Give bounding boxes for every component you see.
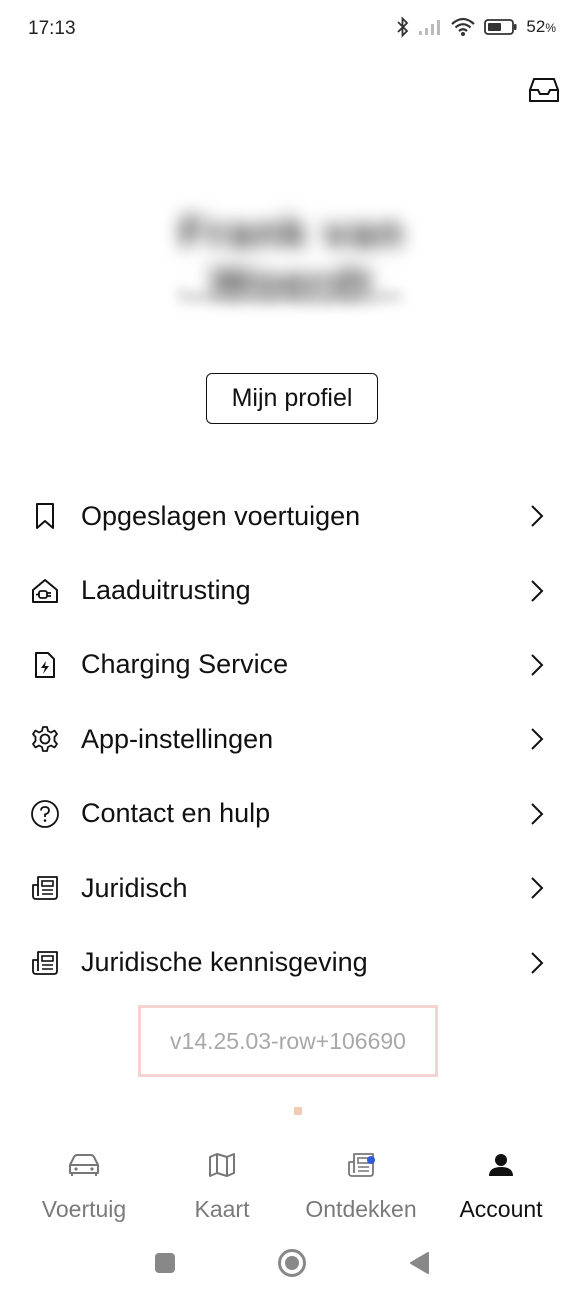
menu-item-label: Juridische kennisgeving xyxy=(81,947,368,978)
menu-item-app-settings[interactable]: App-instellingen xyxy=(0,702,584,776)
status-bar: 17:13 52% xyxy=(0,0,584,58)
charging-equipment-icon xyxy=(30,576,60,606)
status-icons: 52% xyxy=(396,16,556,38)
nav-label: Kaart xyxy=(194,1196,250,1222)
nav-label: Account xyxy=(459,1196,543,1222)
account-menu: Opgeslagen voertuigen Laaduitrusting Cha… xyxy=(0,479,584,1000)
battery-percent-value: 52 xyxy=(526,17,546,36)
help-icon xyxy=(30,799,60,829)
menu-item-legal-notice[interactable]: Juridische kennisgeving xyxy=(0,925,584,999)
chevron-right-icon xyxy=(527,950,547,976)
back-triangle-icon xyxy=(408,1251,430,1280)
map-icon xyxy=(202,1148,242,1182)
user-email: frankvanwoerdt@gmail.com xyxy=(140,286,440,316)
chevron-right-icon xyxy=(527,503,547,529)
back-button[interactable] xyxy=(404,1250,434,1280)
menu-item-contact-help[interactable]: Contact en hulp xyxy=(0,777,584,851)
person-icon xyxy=(481,1148,521,1182)
chevron-right-icon xyxy=(527,875,547,901)
version-text: v14.25.03-row+106690 xyxy=(170,1027,406,1054)
nav-item-map[interactable]: Kaart xyxy=(182,1148,262,1230)
inbox-icon xyxy=(528,76,560,109)
gear-icon xyxy=(30,724,60,754)
nav-label: Voertuig xyxy=(41,1196,127,1222)
menu-item-label: Opgeslagen voertuigen xyxy=(81,500,361,531)
bluetooth-icon xyxy=(396,16,410,38)
bottom-nav: Voertuig Kaart Ontdekken Account xyxy=(0,1148,584,1230)
menu-item-label: App-instellingen xyxy=(81,723,274,754)
menu-item-charging-equipment[interactable]: Laaduitrusting xyxy=(0,553,584,627)
battery-percent-suffix: % xyxy=(545,21,556,35)
document-icon xyxy=(30,948,60,978)
nav-item-discover[interactable]: Ontdekken xyxy=(305,1148,417,1230)
menu-item-label: Laaduitrusting xyxy=(81,575,251,606)
car-icon xyxy=(64,1148,104,1182)
menu-item-saved-vehicles[interactable]: Opgeslagen voertuigen xyxy=(0,479,584,553)
charging-service-icon xyxy=(30,650,60,680)
discover-icon xyxy=(341,1148,381,1182)
version-box: v14.25.03-row+106690 xyxy=(138,1005,438,1077)
my-profile-button[interactable]: Mijn profiel xyxy=(206,373,378,424)
bookmark-icon xyxy=(30,501,60,531)
decorative-dot xyxy=(294,1107,302,1115)
menu-item-legal[interactable]: Juridisch xyxy=(0,851,584,925)
battery-percent: 52% xyxy=(526,17,556,37)
nav-item-vehicle[interactable]: Voertuig xyxy=(40,1148,128,1230)
system-nav-bar xyxy=(0,1240,584,1290)
inbox-button[interactable] xyxy=(526,76,562,108)
user-email-text: frankvanwoerdt@gmail.com xyxy=(178,286,402,306)
square-icon xyxy=(154,1252,176,1279)
status-time: 17:13 xyxy=(28,18,76,39)
home-button[interactable] xyxy=(277,1248,307,1283)
menu-item-label: Juridisch xyxy=(81,872,188,903)
nav-label: Ontdekken xyxy=(305,1196,417,1222)
notification-badge xyxy=(367,1156,375,1164)
user-name: Frank van Woerdt xyxy=(92,208,492,307)
battery-icon xyxy=(484,18,518,36)
recents-button[interactable] xyxy=(150,1250,180,1280)
menu-item-label: Contact en hulp xyxy=(81,798,271,829)
signal-icon xyxy=(418,18,442,36)
menu-item-label: Charging Service xyxy=(81,649,289,680)
document-icon xyxy=(30,873,60,903)
chevron-right-icon xyxy=(527,726,547,752)
chevron-right-icon xyxy=(527,652,547,678)
home-circle-icon xyxy=(277,1248,307,1283)
chevron-right-icon xyxy=(527,801,547,827)
chevron-right-icon xyxy=(527,578,547,604)
nav-item-account[interactable]: Account xyxy=(456,1148,546,1230)
menu-item-charging-service[interactable]: Charging Service xyxy=(0,628,584,702)
wifi-icon xyxy=(450,16,476,38)
